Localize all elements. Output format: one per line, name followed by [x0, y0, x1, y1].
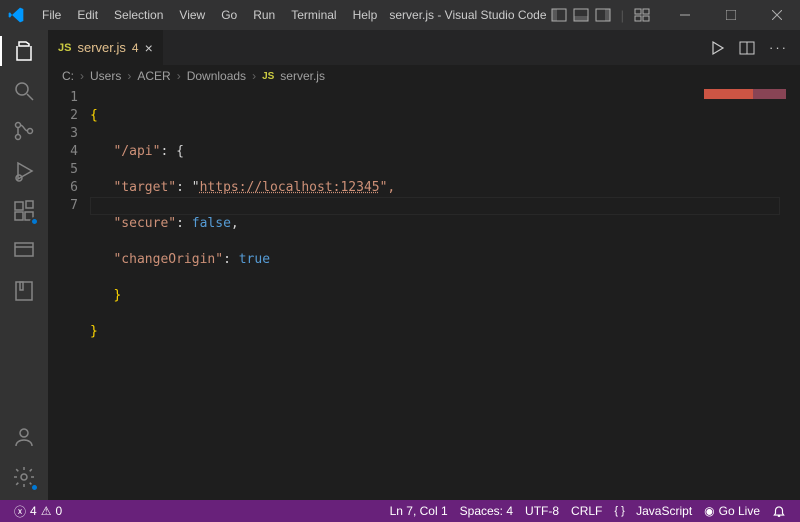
update-badge-icon	[30, 217, 39, 226]
more-actions-icon[interactable]: ···	[769, 40, 788, 55]
warning-icon: ⚠	[41, 504, 52, 518]
status-notifications[interactable]	[766, 504, 792, 518]
menu-selection[interactable]: Selection	[106, 4, 171, 26]
tab-bar: JS server.js 4 × ···	[48, 30, 800, 65]
tab-filename: server.js	[77, 40, 125, 55]
search-icon[interactable]	[11, 78, 37, 104]
breadcrumbs[interactable]: C:› Users› ACER› Downloads› JS server.js	[48, 65, 800, 87]
bookmark-icon[interactable]	[11, 278, 37, 304]
panel-right-icon[interactable]	[595, 7, 611, 23]
line-gutter: 1234567	[48, 87, 90, 500]
minimize-button[interactable]	[662, 0, 708, 30]
status-problems[interactable]: ⓧ4 ⚠0	[8, 503, 68, 520]
run-file-icon[interactable]	[709, 40, 725, 56]
settings-gear-icon[interactable]	[11, 464, 37, 490]
breadcrumb-item[interactable]: C:	[62, 69, 74, 83]
broadcast-icon: ◉	[704, 504, 714, 518]
js-file-icon: JS	[262, 71, 274, 82]
title-bar: File Edit Selection View Go Run Terminal…	[0, 0, 800, 30]
panel-bottom-icon[interactable]	[573, 7, 589, 23]
extensions-icon[interactable]	[11, 198, 37, 224]
menu-run[interactable]: Run	[245, 4, 283, 26]
status-language[interactable]: { } JavaScript	[608, 504, 698, 518]
run-debug-icon[interactable]	[11, 158, 37, 184]
js-file-icon: JS	[58, 42, 71, 54]
remote-explorer-icon[interactable]	[11, 238, 37, 264]
tab-server-js[interactable]: JS server.js 4 ×	[48, 30, 164, 65]
error-icon: ⓧ	[14, 503, 26, 520]
tab-problems-count: 4	[132, 41, 139, 55]
layout-customize-icon[interactable]	[634, 7, 650, 23]
menu-go[interactable]: Go	[213, 4, 245, 26]
breadcrumb-item[interactable]: Users	[90, 69, 121, 83]
code-editor[interactable]: 1234567 { "/api": { "target": "https://l…	[48, 87, 800, 500]
layout-controls: |	[551, 7, 650, 23]
settings-badge-icon	[30, 483, 39, 492]
status-encoding[interactable]: UTF-8	[519, 504, 565, 518]
activity-bar	[0, 30, 48, 500]
menu-view[interactable]: View	[171, 4, 213, 26]
panel-left-icon[interactable]	[551, 7, 567, 23]
close-tab-icon[interactable]: ×	[145, 40, 153, 56]
breadcrumb-item[interactable]: ACER	[137, 69, 170, 83]
window-title: server.js - Visual Studio Code	[385, 8, 550, 22]
split-editor-icon[interactable]	[739, 40, 755, 56]
vscode-logo-icon	[8, 7, 24, 23]
minimap-overview[interactable]	[704, 89, 786, 99]
menu-edit[interactable]: Edit	[69, 4, 106, 26]
status-cursor-position[interactable]: Ln 7, Col 1	[384, 504, 454, 518]
code-content[interactable]: { "/api": { "target": "https://localhost…	[90, 87, 800, 500]
status-indentation[interactable]: Spaces: 4	[454, 504, 519, 518]
menu-terminal[interactable]: Terminal	[283, 4, 344, 26]
status-go-live[interactable]: ◉Go Live	[698, 504, 766, 518]
window-controls	[662, 0, 800, 30]
menu-bar: File Edit Selection View Go Run Terminal…	[34, 4, 385, 26]
menu-help[interactable]: Help	[345, 4, 386, 26]
menu-file[interactable]: File	[34, 4, 69, 26]
explorer-icon[interactable]	[11, 38, 37, 64]
editor-area: JS server.js 4 × ··· C:› Users› ACER› Do…	[48, 30, 800, 500]
status-eol[interactable]: CRLF	[565, 504, 608, 518]
status-bar: ⓧ4 ⚠0 Ln 7, Col 1 Spaces: 4 UTF-8 CRLF {…	[0, 500, 800, 522]
source-control-icon[interactable]	[11, 118, 37, 144]
account-icon[interactable]	[11, 424, 37, 450]
breadcrumb-item[interactable]: Downloads	[187, 69, 246, 83]
breadcrumb-item[interactable]: server.js	[280, 69, 325, 83]
close-button[interactable]	[754, 0, 800, 30]
maximize-button[interactable]	[708, 0, 754, 30]
